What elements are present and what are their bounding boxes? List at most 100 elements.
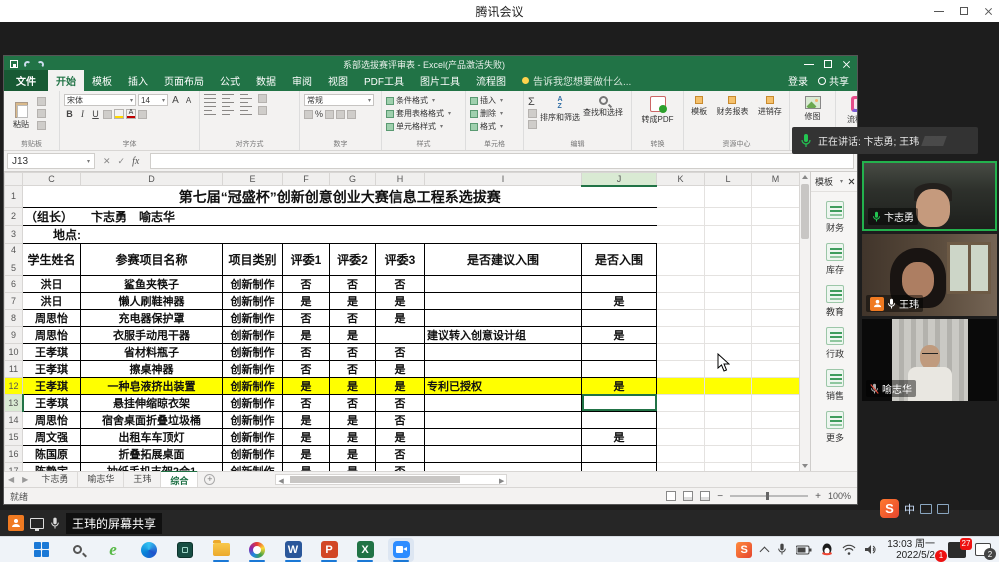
sogou-logo-icon[interactable]: S bbox=[880, 499, 899, 518]
cell[interactable] bbox=[705, 394, 752, 411]
cell[interactable]: 是 bbox=[283, 326, 330, 343]
cell[interactable] bbox=[425, 462, 582, 471]
row-header[interactable]: 1 bbox=[5, 186, 23, 208]
cell[interactable]: 是 bbox=[283, 292, 330, 309]
cell[interactable]: 否 bbox=[376, 411, 425, 428]
battery-icon[interactable] bbox=[796, 545, 812, 555]
edge-browser[interactable] bbox=[136, 538, 162, 562]
word[interactable]: W bbox=[280, 538, 306, 562]
orientation-icon[interactable] bbox=[240, 94, 252, 103]
cells-button[interactable]: 删除▾ bbox=[470, 108, 519, 119]
cell[interactable] bbox=[425, 275, 582, 292]
cell[interactable] bbox=[752, 411, 800, 428]
360-browser[interactable] bbox=[244, 538, 270, 562]
cell[interactable] bbox=[705, 326, 752, 343]
column-header[interactable]: K bbox=[657, 173, 705, 186]
cell[interactable] bbox=[425, 411, 582, 428]
cell[interactable]: 王孝琪 bbox=[23, 360, 81, 377]
cell[interactable]: 洪日 bbox=[23, 275, 81, 292]
row-header[interactable]: 6 bbox=[5, 275, 23, 292]
cell[interactable]: 是 bbox=[283, 377, 330, 394]
normal-view-icon[interactable] bbox=[666, 491, 676, 501]
cell[interactable]: 省材料瓶子 bbox=[81, 343, 223, 360]
cell[interactable]: 创新制作 bbox=[223, 360, 283, 377]
cell[interactable]: 抽纸手机支架2合1 bbox=[81, 462, 223, 471]
cell[interactable] bbox=[705, 309, 752, 326]
cell[interactable]: 是 bbox=[376, 360, 425, 377]
row-header[interactable]: 13 bbox=[5, 394, 23, 411]
cell[interactable] bbox=[705, 207, 752, 225]
row-header[interactable]: 7 bbox=[5, 292, 23, 309]
align-center-icon[interactable] bbox=[222, 106, 234, 115]
cell[interactable] bbox=[752, 343, 800, 360]
tray-app-icon[interactable]: 27 bbox=[948, 542, 966, 558]
cell[interactable] bbox=[657, 207, 705, 225]
login-button[interactable]: 登录 bbox=[788, 73, 808, 88]
cell[interactable] bbox=[657, 343, 705, 360]
cell[interactable]: 否 bbox=[330, 309, 376, 326]
font-size-select[interactable]: 14▾ bbox=[138, 94, 168, 106]
cell[interactable] bbox=[657, 462, 705, 471]
cell[interactable]: 否 bbox=[283, 394, 330, 411]
search-button[interactable] bbox=[64, 538, 90, 562]
cell[interactable] bbox=[752, 445, 800, 462]
cell[interactable]: 专利已授权 bbox=[425, 377, 582, 394]
cell[interactable] bbox=[752, 428, 800, 445]
cell[interactable]: 陈国原 bbox=[23, 445, 81, 462]
cell[interactable]: 否 bbox=[330, 394, 376, 411]
column-header[interactable]: M bbox=[752, 173, 800, 186]
start-button[interactable] bbox=[28, 538, 54, 562]
cell[interactable]: 出租车车顶灯 bbox=[81, 428, 223, 445]
cell[interactable]: 周文强 bbox=[23, 428, 81, 445]
column-header[interactable]: E bbox=[223, 173, 283, 186]
tab-审阅[interactable]: 审阅 bbox=[284, 70, 320, 91]
cell[interactable]: 创新制作 bbox=[223, 326, 283, 343]
task-pane-item-更多[interactable]: 更多 bbox=[826, 411, 844, 444]
task-pane-item-销售[interactable]: 销售 bbox=[826, 369, 844, 402]
confirm-entry-icon[interactable]: ✓ bbox=[118, 156, 126, 167]
cut-icon[interactable] bbox=[37, 97, 46, 106]
cell[interactable]: 创新制作 bbox=[223, 309, 283, 326]
sheet-nav-right-icon[interactable]: ▶ bbox=[18, 475, 32, 484]
cell[interactable] bbox=[752, 275, 800, 292]
cell[interactable] bbox=[752, 326, 800, 343]
zoom-in-icon[interactable]: + bbox=[815, 491, 821, 502]
cell[interactable] bbox=[657, 326, 705, 343]
italic-button[interactable]: I bbox=[77, 109, 88, 119]
file-explorer[interactable] bbox=[208, 538, 234, 562]
cell[interactable]: 擦桌神器 bbox=[81, 360, 223, 377]
scroll-up-icon[interactable] bbox=[802, 175, 808, 179]
align-top-icon[interactable] bbox=[204, 94, 216, 103]
font-name-select[interactable]: 宋体▾ bbox=[64, 94, 136, 106]
cell[interactable] bbox=[582, 411, 657, 428]
cell[interactable] bbox=[657, 275, 705, 292]
volume-icon[interactable] bbox=[865, 544, 878, 555]
cell[interactable] bbox=[582, 275, 657, 292]
align-left-icon[interactable] bbox=[204, 106, 216, 115]
task-pane-item-库存[interactable]: 库存 bbox=[826, 243, 844, 276]
excel-minimize-icon[interactable] bbox=[804, 64, 814, 65]
name-box[interactable]: J13▾ bbox=[7, 153, 95, 169]
cell[interactable] bbox=[657, 377, 705, 394]
sogou-tray-icon[interactable]: S bbox=[736, 542, 752, 558]
cell[interactable] bbox=[425, 309, 582, 326]
notification-center-icon[interactable]: 2 bbox=[975, 543, 991, 556]
sheet-nav-left-icon[interactable]: ◀ bbox=[4, 475, 18, 484]
column-title-cell[interactable]: 项目类别 bbox=[223, 243, 283, 275]
cell[interactable]: 是 bbox=[283, 411, 330, 428]
cell[interactable]: 是 bbox=[283, 445, 330, 462]
retouch-button[interactable]: 修图 bbox=[794, 94, 831, 122]
cell[interactable] bbox=[582, 309, 657, 326]
wifi-icon[interactable] bbox=[842, 544, 856, 555]
tab-模板[interactable]: 模板 bbox=[84, 70, 120, 91]
number-format-select[interactable]: 常规▾ bbox=[304, 94, 374, 106]
cell[interactable]: 悬挂伸缩晾衣架 bbox=[81, 394, 223, 411]
decimal-dec-icon[interactable] bbox=[347, 110, 356, 119]
zoom-level[interactable]: 100% bbox=[828, 491, 851, 501]
cell[interactable] bbox=[752, 377, 800, 394]
share-button[interactable]: 共享 bbox=[818, 73, 849, 88]
column-title-cell[interactable]: 学生姓名 bbox=[23, 243, 81, 275]
tencent-meeting[interactable] bbox=[388, 538, 414, 562]
style-button[interactable]: 条件格式▾ bbox=[386, 95, 461, 106]
cell[interactable] bbox=[425, 292, 582, 309]
